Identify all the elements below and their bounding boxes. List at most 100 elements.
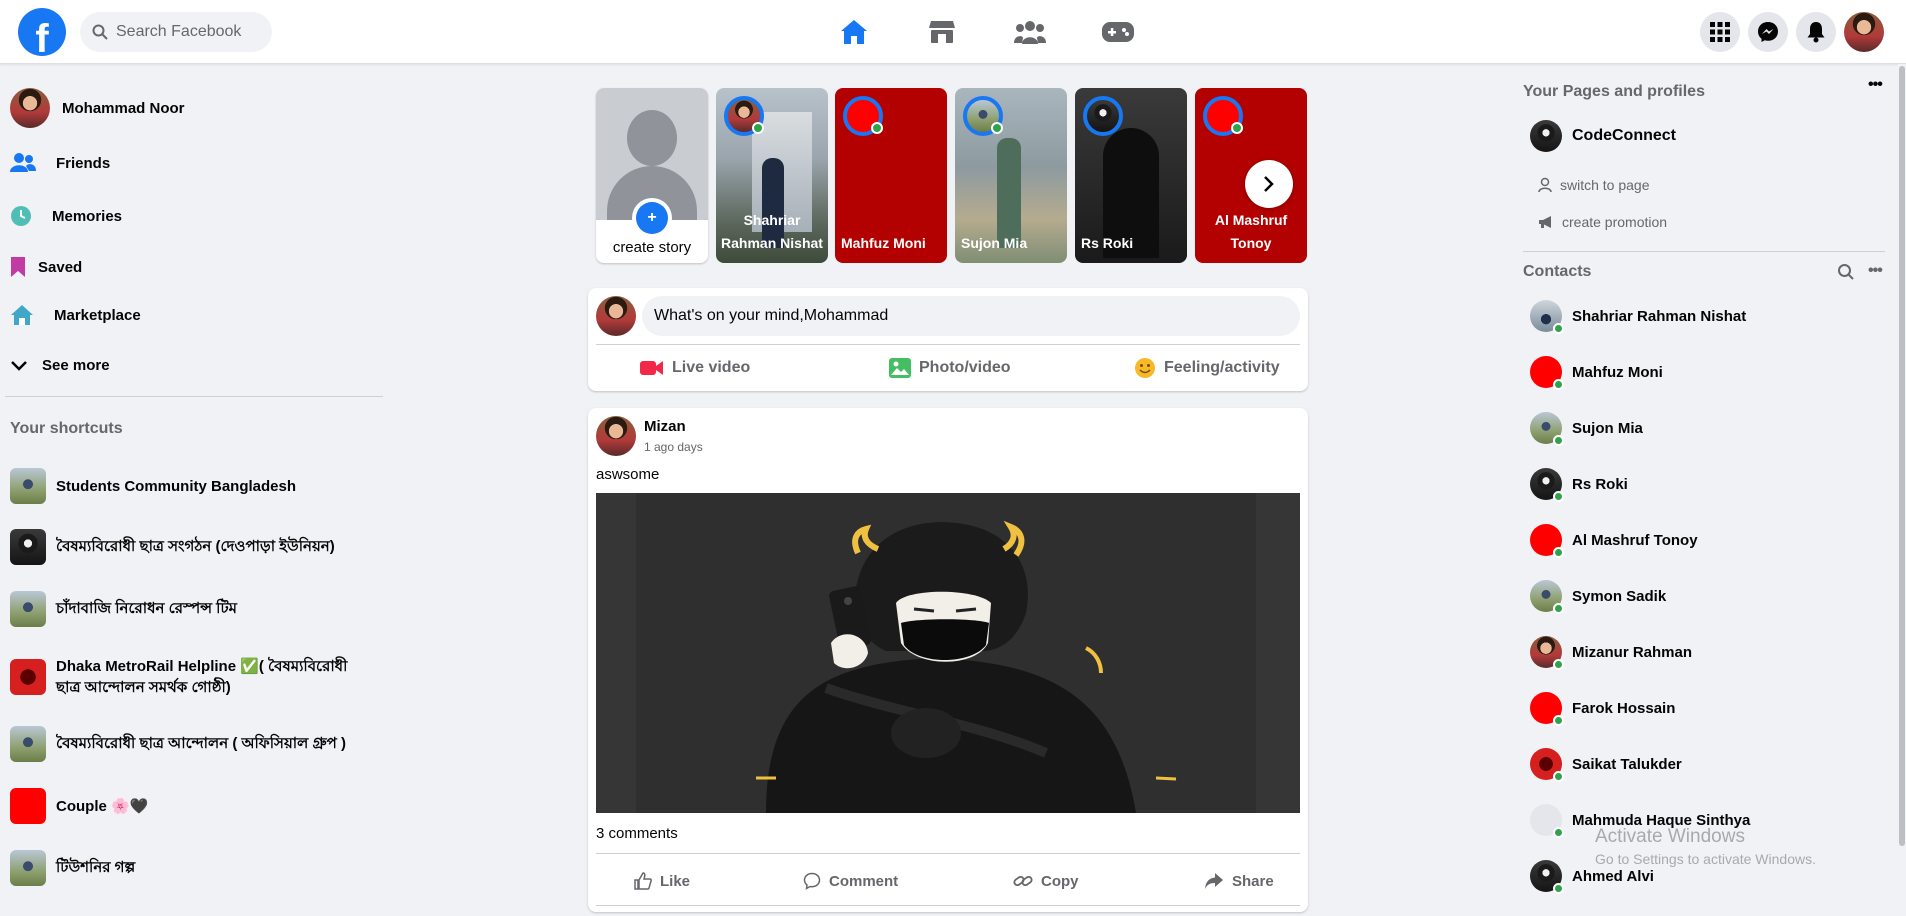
contact-item[interactable]: Symon Sadik [1530, 580, 1666, 614]
post-text: aswsome [596, 466, 660, 483]
search-box[interactable] [80, 12, 272, 52]
activate-windows-subtitle: Go to Settings to activate Windows. [1595, 851, 1816, 867]
like-button[interactable]: Like [634, 868, 690, 894]
story-name: Sujon Mia [961, 235, 1028, 251]
online-indicator [871, 122, 883, 134]
contact-item[interactable]: Shahriar Rahman Nishat [1530, 300, 1747, 334]
create-story-card[interactable]: + create story [596, 88, 708, 263]
online-indicator [1553, 379, 1564, 390]
shortcut-thumbnail [10, 529, 46, 565]
story-card[interactable]: Mahfuz Moni [835, 88, 947, 263]
add-story-button[interactable]: + [632, 198, 672, 238]
post-timestamp[interactable]: 1 ago days [644, 440, 703, 454]
shortcut-item[interactable]: বৈষম্যবিরোধী ছাত্র আন্দোলন ( অফিসিয়াল গ… [10, 726, 346, 762]
page-codeconnect[interactable]: CodeConnect [1530, 120, 1676, 152]
photo-icon [889, 358, 911, 378]
sidebar-item-label: Memories [52, 207, 123, 225]
shortcut-item[interactable]: Couple 🌸🖤 [10, 788, 148, 824]
chevron-down-icon [11, 360, 27, 371]
store-icon [929, 21, 955, 43]
switch-label: switch to page [1560, 177, 1650, 193]
game-controller-icon [1102, 22, 1134, 42]
contact-item[interactable]: Al Mashruf Tonoy [1530, 524, 1698, 558]
notifications-button[interactable] [1796, 12, 1836, 52]
shortcut-item[interactable]: বৈষম্যবিরোধী ছাত্র সংগঠন (দেওপাড়া ইউনিয… [10, 529, 335, 565]
search-input[interactable] [116, 23, 266, 41]
contact-name: Al Mashruf Tonoy [1572, 531, 1698, 549]
sidebar-see-more[interactable]: See more [10, 357, 110, 374]
user-icon [1538, 177, 1552, 193]
create-promotion-button[interactable]: create promotion [1538, 214, 1667, 230]
nav-marketplace-tab[interactable] [922, 12, 962, 52]
sidebar-item-marketplace[interactable]: Marketplace [10, 304, 141, 326]
profile-name: Mohammad Noor [62, 99, 185, 117]
grid-icon [1710, 22, 1730, 42]
contact-item[interactable]: Sujon Mia [1530, 412, 1643, 446]
shortcut-item[interactable]: চাঁদাবাজি নিরোধন রেস্পন্স টিম [10, 591, 237, 627]
contact-name: Ahmed Alvi [1572, 867, 1654, 885]
contacts-search-button[interactable] [1837, 263, 1855, 286]
contact-item[interactable]: Farok Hossain [1530, 692, 1676, 726]
menu-grid-button[interactable] [1700, 12, 1740, 52]
copy-button[interactable]: Copy [1013, 868, 1079, 894]
sidebar-item-saved[interactable]: Saved [10, 256, 82, 278]
sidebar-item-friends[interactable]: Friends [10, 152, 110, 174]
contact-name: Mizanur Rahman [1572, 643, 1693, 661]
scrollbar-track[interactable] [1898, 64, 1906, 916]
nav-home-tab[interactable] [834, 12, 874, 52]
avatar [10, 88, 50, 128]
post-author-avatar[interactable] [596, 416, 636, 456]
shortcut-item[interactable]: টিউশনির গল্প [10, 850, 135, 886]
contact-name: Farok Hossain [1572, 699, 1676, 717]
feeling-activity-button[interactable]: Feeling/activity [1134, 354, 1280, 382]
messenger-icon [1758, 22, 1778, 42]
stories-next-button[interactable] [1245, 160, 1293, 208]
story-avatar [1083, 96, 1123, 136]
contact-item[interactable]: Saikat Talukder [1530, 748, 1682, 782]
sidebar-item-memories[interactable]: Memories [10, 205, 122, 227]
online-indicator [1553, 715, 1564, 726]
story-name: Mahfuz Moni [841, 235, 926, 251]
contact-item[interactable]: Mahfuz Moni [1530, 356, 1663, 390]
smiley-icon [1135, 358, 1155, 378]
contact-item[interactable]: Rs Roki [1530, 468, 1628, 502]
home-icon [841, 20, 867, 44]
shortcut-item[interactable]: Dhaka MetroRail Helpline ✅( বৈষম্যবিরোধী… [10, 656, 366, 698]
comment-button[interactable]: Comment [803, 868, 898, 894]
top-navbar: f [0, 0, 1906, 64]
share-label: Share [1232, 872, 1274, 890]
switch-to-page-button[interactable]: switch to page [1538, 177, 1650, 193]
pages-options-button[interactable]: ••• [1868, 76, 1883, 94]
sidebar-item-label: Marketplace [54, 306, 141, 324]
contact-name: Shahriar Rahman Nishat [1572, 307, 1747, 325]
scrollbar-thumb[interactable] [1899, 66, 1905, 846]
photo-video-button[interactable]: Photo/video [889, 354, 1011, 382]
facebook-logo[interactable]: f [18, 8, 66, 56]
post-image[interactable] [596, 493, 1300, 813]
nav-gaming-tab[interactable] [1098, 12, 1138, 52]
sidebar-profile-link[interactable]: Mohammad Noor [10, 88, 185, 128]
story-card[interactable]: Rs Roki [1075, 88, 1187, 263]
contact-item[interactable]: Mizanur Rahman [1530, 636, 1693, 670]
story-card[interactable]: Shahriar Rahman Nishat [716, 88, 828, 263]
contacts-options-button[interactable]: ••• [1868, 262, 1883, 280]
copy-label: Copy [1041, 872, 1079, 890]
account-avatar[interactable] [1844, 12, 1884, 52]
post-author-name[interactable]: Mizan [644, 418, 686, 435]
online-indicator [1553, 435, 1564, 446]
contact-name: Sujon Mia [1572, 419, 1643, 437]
live-video-button[interactable]: Live video [640, 354, 750, 382]
messenger-button[interactable] [1748, 12, 1788, 52]
shortcut-item[interactable]: Students Community Bangladesh [10, 468, 296, 504]
composer-input[interactable]: What's on your mind,Mohammad [642, 296, 1300, 336]
contact-name: Mahfuz Moni [1572, 363, 1663, 381]
online-indicator [1553, 827, 1564, 838]
contacts-divider [1523, 251, 1885, 252]
online-indicator [752, 122, 764, 134]
plus-icon: + [636, 202, 668, 234]
friends-icon [10, 153, 36, 172]
nav-groups-tab[interactable] [1010, 12, 1050, 52]
share-button[interactable]: Share [1204, 868, 1274, 894]
comments-count[interactable]: 3 comments [596, 825, 678, 842]
story-card[interactable]: Sujon Mia [955, 88, 1067, 263]
